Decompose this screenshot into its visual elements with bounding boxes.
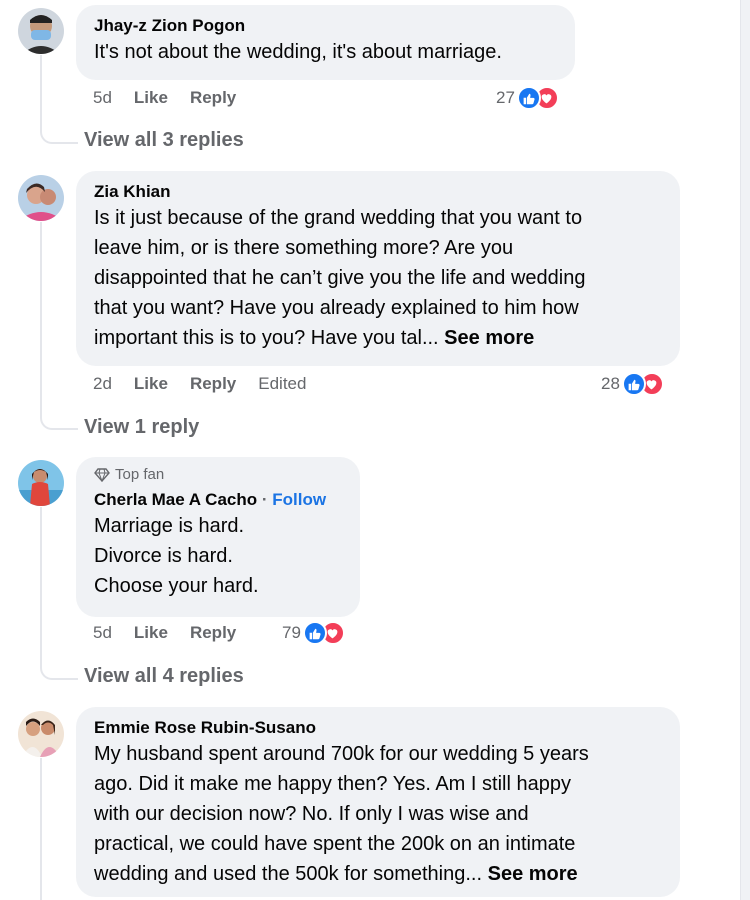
- comment-line: leave him, or is there something more? A…: [94, 237, 514, 259]
- thread-line: [40, 507, 78, 680]
- comment-line: wedding and used the 500k for something.…: [94, 859, 662, 889]
- avatar[interactable]: [18, 175, 64, 221]
- reaction-count: 28: [601, 374, 620, 393]
- comment-line: practical, we could have spent the 200k …: [94, 833, 576, 855]
- comment-time[interactable]: 5d: [93, 623, 112, 643]
- comment-line: that you want? Have you already explaine…: [94, 297, 579, 319]
- comment-time[interactable]: 2d: [93, 374, 112, 394]
- avatar-photo-icon: [18, 460, 64, 506]
- like-icon: [516, 86, 541, 110]
- comment-line: important this is to you? Have you tal..…: [94, 323, 662, 353]
- thread-line: [40, 758, 42, 900]
- view-replies-link[interactable]: View all 4 replies: [84, 665, 244, 688]
- avatar-photo-icon: [18, 711, 64, 757]
- comment-author[interactable]: Emmie Rose Rubin-Susano: [94, 717, 662, 739]
- reaction-summary[interactable]: 28: [601, 372, 664, 396]
- reply-button[interactable]: Reply: [190, 623, 236, 643]
- comment-text: Marriage is hard. Divorce is hard. Choos…: [94, 511, 342, 601]
- separator-dot: ·: [261, 490, 268, 509]
- reply-button[interactable]: Reply: [190, 88, 236, 108]
- comment-text: My husband spent around 700k for our wed…: [94, 739, 662, 889]
- edited-label[interactable]: Edited: [258, 374, 306, 394]
- comment-text: Is it just because of the grand wedding …: [94, 203, 662, 353]
- comment-author-row: Cherla Mae A Cacho · Follow: [94, 489, 342, 511]
- comment-actions: 5d Like Reply: [93, 88, 236, 108]
- avatar[interactable]: [18, 711, 64, 757]
- comment-time[interactable]: 5d: [93, 88, 112, 108]
- comment-line: ago. Did it make me happy then? Yes. Am …: [94, 773, 571, 795]
- view-replies-link[interactable]: View all 3 replies: [84, 129, 244, 152]
- comment-line: Divorce is hard.: [94, 545, 233, 567]
- comment-bubble: Jhay-z Zion Pogon It's not about the wed…: [76, 5, 575, 80]
- top-fan-badge: Top fan: [94, 465, 342, 485]
- thread-line: [40, 55, 78, 144]
- comment-line: Choose your hard.: [94, 575, 259, 597]
- reaction-count: 27: [496, 88, 515, 107]
- like-button[interactable]: Like: [134, 623, 168, 643]
- comment-bubble: Top fan Cherla Mae A Cacho · Follow Marr…: [76, 457, 360, 617]
- comment-actions: 2d Like Reply Edited: [93, 374, 306, 394]
- see-more-link[interactable]: See more: [444, 327, 534, 349]
- avatar-photo-icon: [18, 8, 64, 54]
- comment-bubble: Emmie Rose Rubin-Susano My husband spent…: [76, 707, 680, 897]
- reply-button[interactable]: Reply: [190, 374, 236, 394]
- like-button[interactable]: Like: [134, 88, 168, 108]
- avatar-photo-icon: [18, 175, 64, 221]
- scrollbar[interactable]: [740, 0, 750, 900]
- comment-line: with our decision now? No. If only I was…: [94, 803, 529, 825]
- thread-line: [40, 222, 78, 430]
- like-icon: [302, 621, 327, 645]
- comment-text: It's not about the wedding, it's about m…: [94, 41, 502, 63]
- comment-line-text: wedding and used the 500k for something.…: [94, 863, 483, 885]
- comment-author[interactable]: Zia Khian: [94, 181, 662, 203]
- reaction-count: 79: [282, 623, 301, 642]
- like-button[interactable]: Like: [134, 374, 168, 394]
- comment-author[interactable]: Cherla Mae A Cacho: [94, 490, 257, 509]
- comment-line: My husband spent around 700k for our wed…: [94, 743, 589, 765]
- follow-button[interactable]: Follow: [272, 490, 326, 509]
- comment-bubble: Zia Khian Is it just because of the gran…: [76, 171, 680, 366]
- view-replies-link[interactable]: View 1 reply: [84, 416, 199, 439]
- avatar[interactable]: [18, 8, 64, 54]
- see-more-link[interactable]: See more: [488, 863, 578, 885]
- top-fan-label: Top fan: [115, 466, 165, 483]
- comment-actions: 5d Like Reply: [93, 623, 236, 643]
- comment-author[interactable]: Jhay-z Zion Pogon: [94, 15, 557, 37]
- diamond-icon: [94, 468, 110, 482]
- avatar[interactable]: [18, 460, 64, 506]
- reaction-summary[interactable]: 79: [282, 621, 345, 645]
- comment-line: disappointed that he can’t give you the …: [94, 267, 586, 289]
- like-icon: [621, 372, 646, 396]
- comment-line: Marriage is hard.: [94, 515, 245, 537]
- reaction-summary[interactable]: 27: [496, 86, 559, 110]
- comment-line-text: important this is to you? Have you tal..…: [94, 327, 439, 349]
- comment-line: Is it just because of the grand wedding …: [94, 207, 583, 229]
